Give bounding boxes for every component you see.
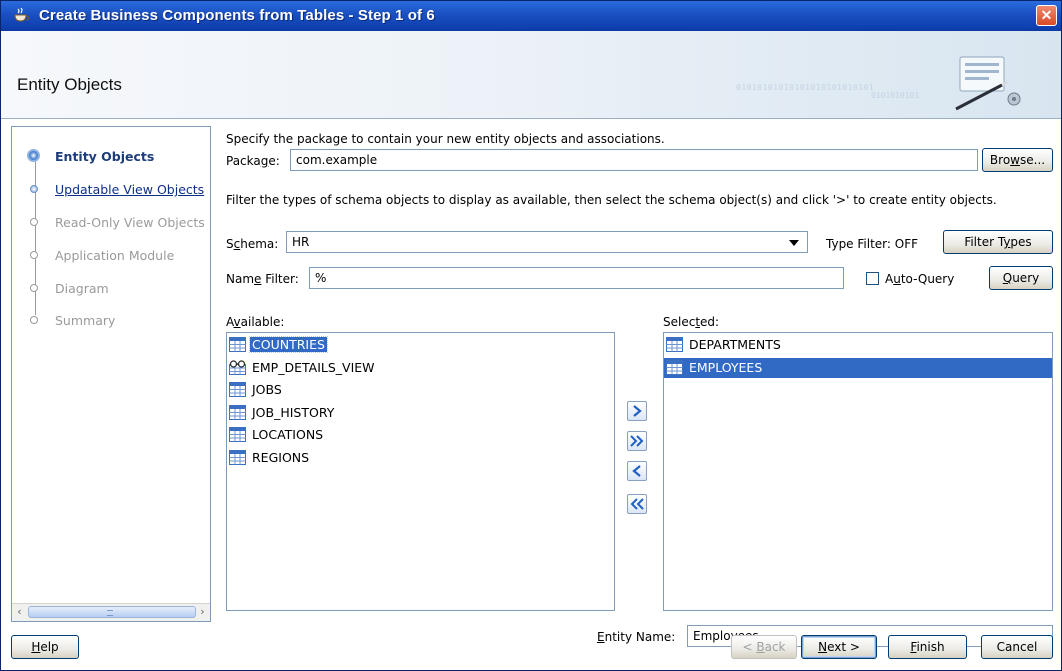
available-list[interactable]: COUNTRIES EMP_DETAILS_VIEW JOBS JOB_HISTORY… [226, 332, 615, 611]
coffee-cup-icon [14, 7, 30, 22]
step-icon [30, 218, 38, 226]
list-item-label: EMPLOYEES [689, 359, 763, 375]
wizard-dialog: Create Business Components from Tables -… [0, 0, 1062, 671]
wizard-steps-panel: Entity Objects Updatable View Objects Re… [11, 126, 211, 622]
step-icon [30, 251, 38, 259]
step-label: Diagram [55, 281, 109, 296]
list-item[interactable]: EMPLOYEES [664, 357, 1052, 378]
browse-button[interactable]: Browse... [982, 148, 1053, 172]
step-icon [30, 185, 38, 193]
wizard-header: Entity Objects 0101010101010101010101010… [1, 31, 1061, 119]
selected-list[interactable]: DEPARTMENTS EMPLOYEES [663, 332, 1053, 611]
entity-name-label: Entity Name: [597, 630, 676, 644]
filter-types-button[interactable]: Filter Types [943, 230, 1053, 254]
package-intro-text: Specify the package to contain your new … [226, 132, 665, 146]
step-updatable-view-objects[interactable]: Updatable View Objects [26, 180, 210, 200]
scrollbar-thumb[interactable] [28, 606, 196, 618]
cancel-button[interactable]: Cancel [981, 635, 1053, 659]
move-all-right-button[interactable] [627, 431, 647, 451]
selected-label: Selected: [663, 315, 720, 329]
available-label: Available: [226, 315, 285, 329]
steps-horizontal-scrollbar[interactable]: ‹ › [12, 603, 210, 621]
window-title: Create Business Components from Tables -… [39, 7, 435, 24]
list-item-label: EMP_DETAILS_VIEW [252, 359, 375, 375]
move-right-icon [633, 405, 642, 417]
package-input[interactable]: com.example [290, 149, 978, 171]
move-left-button[interactable] [627, 461, 647, 481]
move-all-left-button[interactable] [627, 494, 647, 514]
table-icon [229, 404, 246, 420]
table-icon [229, 337, 246, 352]
package-label: Package: [226, 154, 280, 168]
title-bar[interactable]: Create Business Components from Tables -… [1, 1, 1061, 31]
table-icon [229, 382, 246, 397]
table-icon [666, 337, 683, 352]
step-icon [30, 316, 38, 324]
wizard-graphic-icon [955, 56, 1021, 111]
auto-query-checkbox[interactable] [866, 272, 879, 285]
name-filter-label: Name Filter: [226, 272, 299, 286]
type-filter-status: Type Filter: OFF [826, 237, 918, 251]
schema-dropdown[interactable]: HR [286, 231, 808, 253]
scroll-right-icon[interactable]: › [195, 605, 210, 620]
header-decoration-text: 01010101010101010101010101 [736, 83, 875, 92]
step-label: Entity Objects [55, 149, 155, 164]
schema-label: Schema: [226, 237, 279, 251]
step-diagram: Diagram [26, 279, 210, 299]
list-item-label: LOCATIONS [252, 427, 324, 442]
scroll-left-icon[interactable]: ‹ [12, 605, 27, 620]
step-label: Updatable View Objects [55, 182, 205, 197]
list-item-label: JOBS [252, 382, 282, 397]
page-title: Entity Objects [17, 75, 122, 94]
list-item-label: DEPARTMENTS [689, 337, 781, 352]
help-button[interactable]: Help [11, 635, 79, 659]
step-icon [30, 284, 38, 292]
name-filter-input[interactable]: % [309, 267, 844, 289]
move-right-button[interactable] [627, 401, 647, 421]
view-icon [229, 359, 246, 375]
back-button[interactable]: < Back [731, 635, 797, 659]
table-icon [229, 427, 246, 442]
step-label: Application Module [55, 248, 175, 263]
list-item-label: COUNTRIES [249, 336, 328, 353]
query-button[interactable]: Query [989, 266, 1053, 290]
move-all-left-icon [630, 498, 644, 510]
list-item-label: JOB_HISTORY [252, 404, 335, 420]
finish-button[interactable]: Finish [888, 635, 967, 659]
step-read-only-view-objects: Read-Only View Objects [26, 213, 210, 233]
auto-query-label[interactable]: Auto-Query [885, 272, 954, 286]
step-label: Read-Only View Objects [55, 215, 205, 230]
schema-value: HR [292, 235, 310, 249]
step-label: Summary [55, 313, 116, 328]
close-button[interactable]: ✕ [1036, 5, 1057, 26]
header-decoration-text-2: 0101010101 [871, 91, 920, 100]
step-summary: Summary [26, 311, 210, 331]
step-application-module: Application Module [26, 246, 210, 266]
list-item-label: REGIONS [252, 449, 310, 465]
next-button[interactable]: Next > [801, 635, 877, 659]
table-icon [666, 359, 683, 375]
step-active-icon [27, 149, 40, 162]
filter-instructions-text: Filter the types of schema objects to di… [226, 193, 997, 207]
move-left-icon [632, 465, 641, 477]
move-all-right-icon [630, 435, 644, 447]
table-icon [229, 449, 246, 465]
dropdown-arrow-icon[interactable] [789, 240, 799, 246]
step-entity-objects[interactable]: Entity Objects [26, 147, 210, 167]
